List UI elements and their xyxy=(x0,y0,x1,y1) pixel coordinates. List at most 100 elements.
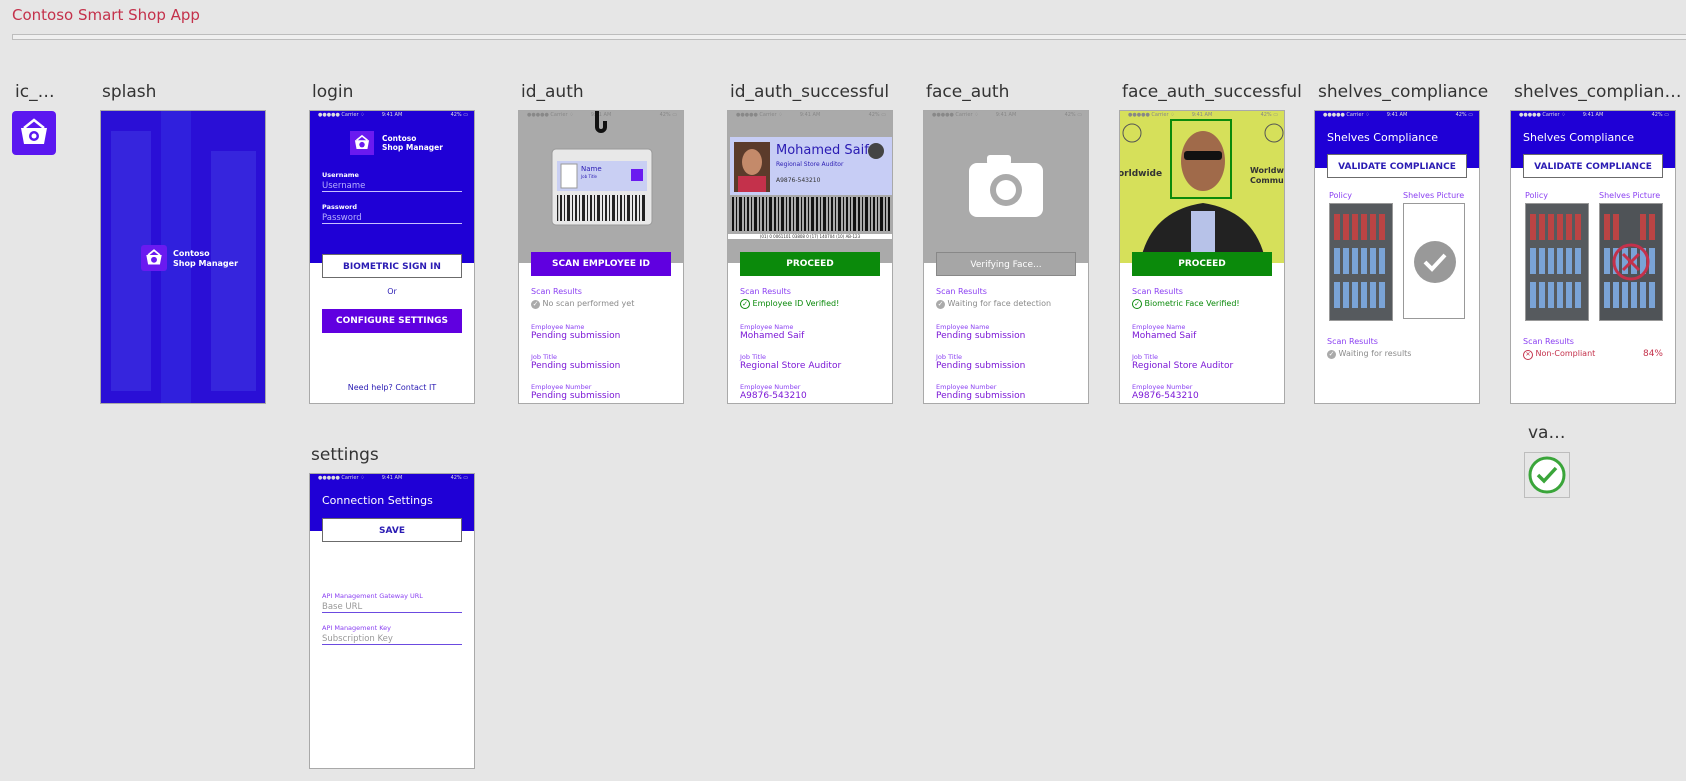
shelves-picture-label: Shelves Picture xyxy=(1403,191,1465,200)
login-screen: ●●●●● Carrier ♢ 9:41 AM 42% ▭ Contoso Shop… xyxy=(309,110,475,404)
contact-it-link[interactable]: Contact IT xyxy=(395,383,436,392)
login-brand-line1: Contoso xyxy=(382,134,417,143)
password-label: Password xyxy=(322,203,358,211)
scan-status: Non-Compliant xyxy=(1535,349,1596,358)
shelves-title: Shelves Compliance xyxy=(1327,131,1439,144)
validate-compliance-button[interactable]: VALIDATE COMPLIANCE xyxy=(1523,154,1663,178)
artboard-label-face-auth: face_auth xyxy=(926,82,1010,102)
check-circle-icon xyxy=(1528,456,1566,494)
employee-number-label: Employee Number xyxy=(740,383,801,391)
scan-results-label: Scan Results xyxy=(936,287,987,296)
check-circle-icon: ✓ xyxy=(936,300,945,309)
job-title-label: Job Title xyxy=(936,353,963,361)
time: 9:41 AM xyxy=(995,112,1017,118)
or-text: Or xyxy=(387,287,397,296)
splash-logo xyxy=(141,245,167,271)
password-input[interactable]: Password xyxy=(322,213,462,224)
battery: 42% ▭ xyxy=(1455,112,1473,118)
battery: 42% ▭ xyxy=(868,112,886,118)
shelves-compliance-fail-screen: ●●●●● Carrier ♢ 9:41 AM 42% ▭ Shelves Comp… xyxy=(1510,110,1676,404)
badge-emblem-icon xyxy=(868,143,884,159)
job-title-value: Regional Store Auditor xyxy=(740,361,842,371)
employee-name-label: Employee Name xyxy=(936,323,990,331)
employee-photo xyxy=(734,142,770,192)
time: 9:41 AM xyxy=(381,112,403,118)
employee-name-label: Employee Name xyxy=(1132,323,1186,331)
employee-number-label: Employee Number xyxy=(1132,383,1193,391)
job-title-value: Pending submission xyxy=(936,361,1026,371)
app-title: Contoso Smart Shop App xyxy=(12,6,200,24)
save-button[interactable]: SAVE xyxy=(322,518,462,542)
face-auth-successful-screen: ●●●●● Carrier ♢ 9:41 AM 42% ▭ orldwide Wor… xyxy=(1119,110,1285,404)
error-circle-icon xyxy=(1612,243,1650,281)
employee-number-label: Employee Number xyxy=(936,383,997,391)
face-detection-box xyxy=(1170,119,1232,199)
artboard-label-validated: vali... xyxy=(1528,423,1568,443)
artboard-label-shelves-compliance: shelves_compliance xyxy=(1318,82,1489,102)
shelves-picture-label: Shelves Picture xyxy=(1599,191,1661,200)
policy-image xyxy=(1329,203,1393,321)
artboard-label-login: login xyxy=(312,82,354,102)
api-key-input[interactable]: Subscription Key xyxy=(322,634,462,645)
username-label: Username xyxy=(322,171,359,179)
error-circle-icon: ✕ xyxy=(1523,350,1533,360)
compliance-score: 84% xyxy=(1642,349,1663,359)
battery: 42% ▭ xyxy=(1064,112,1082,118)
job-title-value: Pending submission xyxy=(531,361,621,371)
employee-number-value: Pending submission xyxy=(531,391,621,401)
face-auth-screen: ●●●●● Carrier ♢ 9:41 AM 42% ▭ Verifying Fa… xyxy=(923,110,1089,404)
card-job-title: Regional Store Auditor xyxy=(776,161,844,168)
employee-name-value: Mohamed Saif xyxy=(740,331,805,341)
employee-name-label: Employee Name xyxy=(740,323,794,331)
basket-icon xyxy=(21,118,47,144)
employee-name-value: Mohamed Saif xyxy=(1132,331,1197,341)
scan-status: Waiting for face detection xyxy=(947,299,1052,308)
username-input[interactable]: Username xyxy=(322,181,462,192)
validate-compliance-button[interactable]: VALIDATE COMPLIANCE xyxy=(1327,154,1467,178)
barcode xyxy=(732,197,890,231)
verifying-face-button[interactable]: Verifying Face... xyxy=(936,252,1076,276)
biometric-signin-button[interactable]: BIOMETRIC SIGN IN xyxy=(322,254,462,278)
shelf-bottles xyxy=(1334,214,1385,308)
basket-icon xyxy=(146,249,162,265)
artboard-label-id-auth-successful: id_auth_successful xyxy=(730,82,890,102)
scan-results-label: Scan Results xyxy=(1327,337,1378,346)
id-auth-successful-screen: ●●●●● Carrier ♢ 9:41 AM 42% ▭ Mohamed Saif… xyxy=(727,110,893,404)
employee-name-value: Pending submission xyxy=(936,331,1026,341)
gateway-url-input[interactable]: Base URL xyxy=(322,602,462,613)
app-icon[interactable] xyxy=(12,111,56,155)
time: 9:41 AM xyxy=(799,112,821,118)
scan-employee-id-button[interactable]: SCAN EMPLOYEE ID xyxy=(531,252,671,276)
shelves-picture-placeholder[interactable] xyxy=(1403,203,1465,319)
scan-results-label: Scan Results xyxy=(740,287,791,296)
configure-settings-button[interactable]: CONFIGURE SETTINGS xyxy=(322,309,462,333)
shelves-picture[interactable] xyxy=(1599,203,1663,321)
scan-results-label: Scan Results xyxy=(531,287,582,296)
splash-brand-line1: Contoso xyxy=(173,249,210,258)
employee-number-value: A9876-543210 xyxy=(740,391,807,401)
scan-status: Waiting for results xyxy=(1338,349,1412,358)
gateway-url-label: API Management Gateway URL xyxy=(322,592,423,600)
check-circle-icon: ✓ xyxy=(1132,299,1142,309)
proceed-button[interactable]: PROCEED xyxy=(740,252,880,276)
job-title-label: Job Title xyxy=(531,353,558,361)
employee-number-label: Employee Number xyxy=(531,383,592,391)
time: 9:41 AM xyxy=(1582,112,1604,118)
check-circle-icon xyxy=(1414,241,1456,283)
shelves-title: Shelves Compliance xyxy=(1523,131,1635,144)
proceed-button[interactable]: PROCEED xyxy=(1132,252,1272,276)
scan-results-label: Scan Results xyxy=(1132,287,1183,296)
policy-image xyxy=(1525,203,1589,321)
scan-status: Employee ID Verified! xyxy=(752,299,840,308)
validated-icon-artboard xyxy=(1524,452,1570,498)
artboard-label-ic-app: ic_a... xyxy=(15,82,60,102)
barcode-text: (01) 0 0061101 03808 0 (17) 140704 (10) … xyxy=(728,234,892,239)
login-logo xyxy=(350,131,374,155)
card-name: Name xyxy=(581,165,602,173)
policy-label: Policy xyxy=(1525,191,1549,200)
basket-icon xyxy=(354,134,370,149)
splash-brand-line2: Shop Manager xyxy=(173,259,239,268)
shelf-bottles xyxy=(1530,214,1581,308)
policy-label: Policy xyxy=(1329,191,1353,200)
employee-number-value: A9876-543210 xyxy=(1132,391,1199,401)
